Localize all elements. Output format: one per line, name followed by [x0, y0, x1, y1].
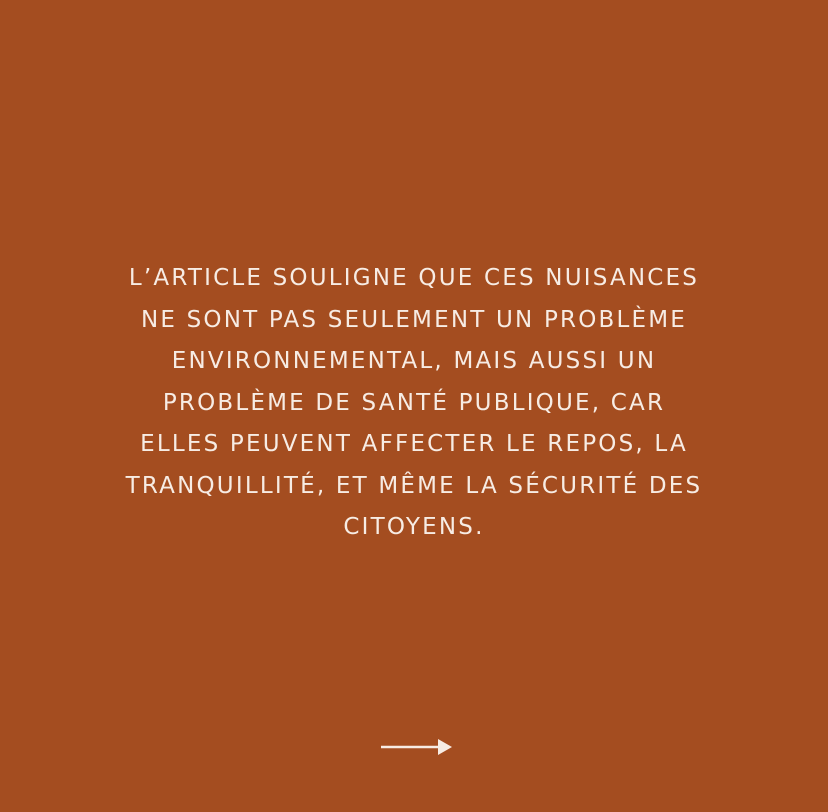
slide-text-line: NE SONT PAS SEULEMENT UN PROBLÈME	[140, 306, 688, 333]
right-arrow-icon	[381, 739, 452, 755]
slide-text-line: L’ARTICLE SOULIGNE QUE CES NUISANCES	[128, 265, 700, 291]
slide-text-line: CITOYENS.	[343, 514, 485, 540]
slide-text-line: PROBLÈME DE SANTÉ PUBLIQUE, CAR	[162, 389, 666, 416]
next-slide-button[interactable]	[380, 734, 454, 760]
slide-text-line: ELLES PEUVENT AFFECTER LE REPOS, LA	[140, 431, 688, 457]
slide-text-line: TRANQUILLITÉ, ET MÊME LA SÉCURITÉ DES	[125, 472, 703, 499]
slide-text: L’ARTICLE SOULIGNE QUE CES NUISANCES NE …	[40, 258, 788, 549]
carousel-slide: L’ARTICLE SOULIGNE QUE CES NUISANCES NE …	[0, 0, 828, 812]
slide-text-line: ENVIRONNEMENTAL, MAIS AUSSI UN	[171, 348, 657, 374]
